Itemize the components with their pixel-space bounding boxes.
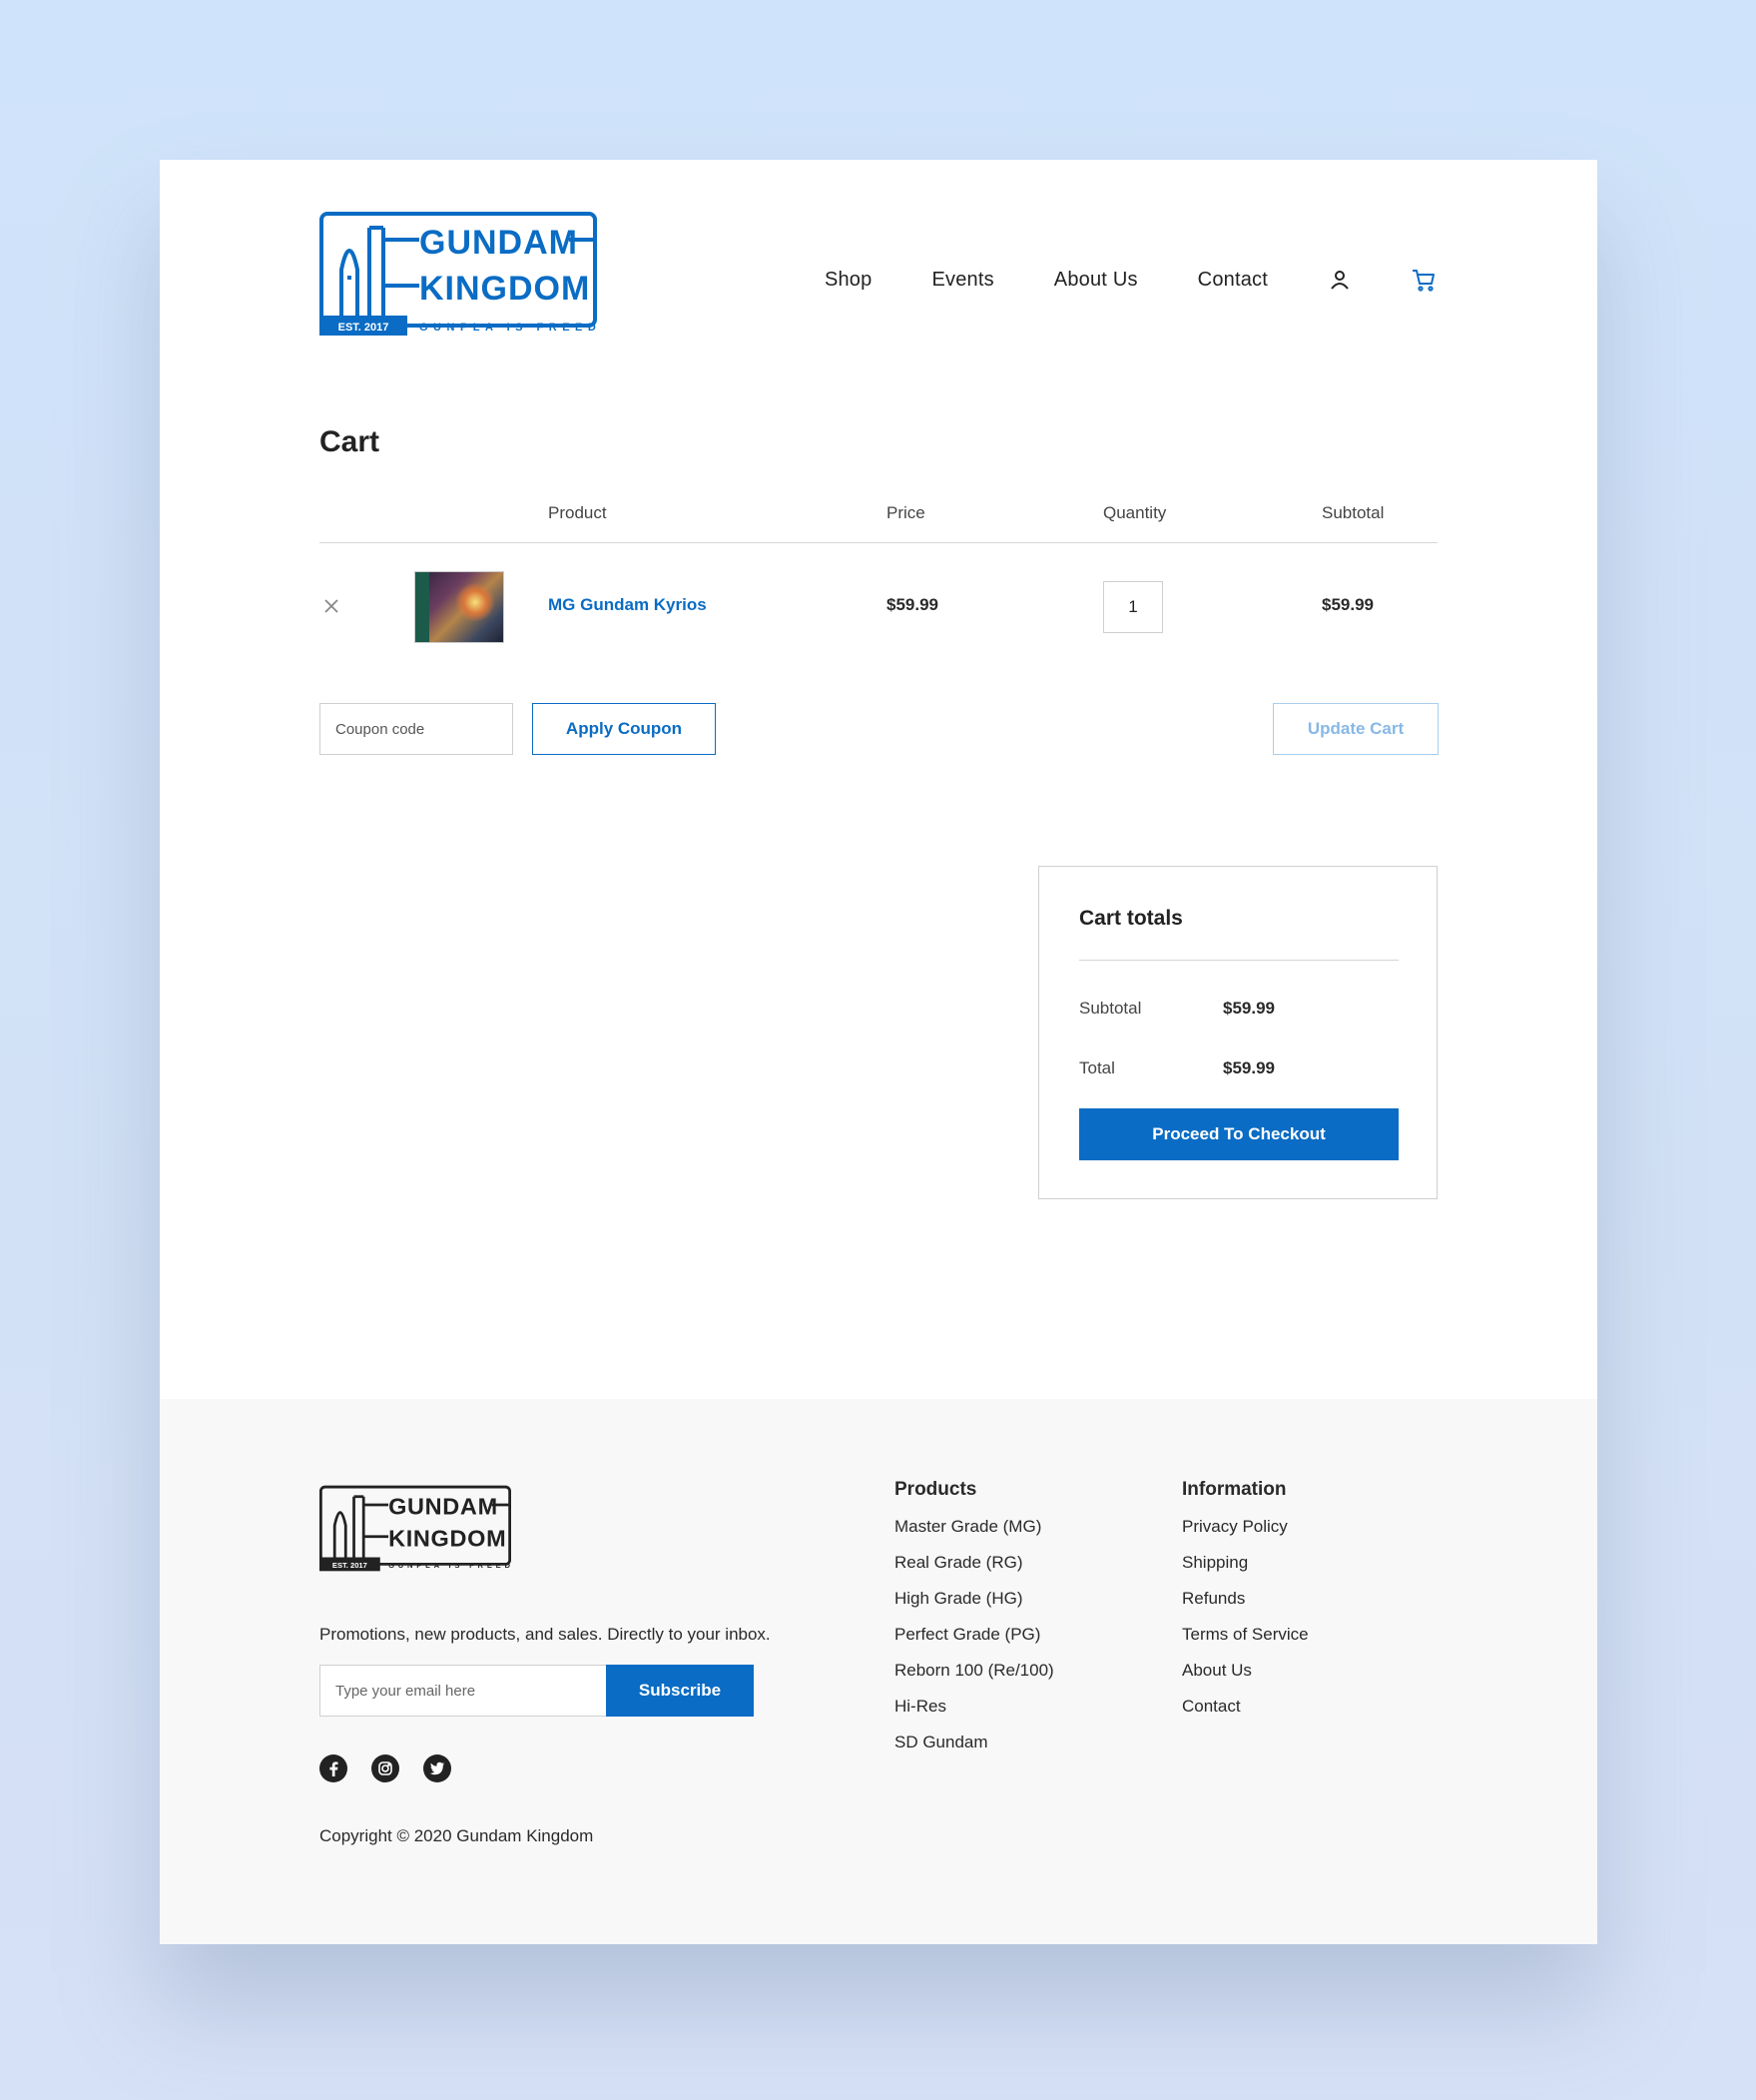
newsletter-text: Promotions, new products, and sales. Dir… [319, 1625, 771, 1644]
footer-link-reborn-100[interactable]: Reborn 100 (Re/100) [894, 1661, 1054, 1697]
footer-link-about-us[interactable]: About Us [1182, 1661, 1309, 1697]
svg-text:EST. 2017: EST. 2017 [338, 322, 389, 334]
svg-text:GUNDAM: GUNDAM [419, 224, 578, 262]
footer-link-contact[interactable]: Contact [1182, 1697, 1309, 1733]
main-nav: Shop Events About Us Contact [825, 260, 1438, 300]
footer-link-terms-of-service[interactable]: Terms of Service [1182, 1625, 1309, 1661]
column-header-price: Price [886, 503, 925, 522]
svg-text:KINGDOM: KINGDOM [388, 1525, 506, 1551]
coupon-code-input[interactable] [319, 703, 513, 755]
nav-events[interactable]: Events [931, 269, 993, 292]
footer-products-title: Products [894, 1479, 977, 1500]
subtotal-label: Subtotal [1079, 999, 1142, 1018]
footer-link-real-grade[interactable]: Real Grade (RG) [894, 1553, 1054, 1589]
product-subtotal: $59.99 [1322, 595, 1374, 614]
product-price: $59.99 [886, 595, 938, 614]
footer-information-title: Information [1182, 1479, 1287, 1500]
footer-link-refunds[interactable]: Refunds [1182, 1589, 1309, 1625]
footer-link-hi-res[interactable]: Hi-Res [894, 1697, 1054, 1733]
copyright-text: Copyright © 2020 Gundam Kingdom [319, 1826, 594, 1845]
footer-information-column: Information Privacy Policy Shipping Refu… [1182, 1479, 1309, 1733]
footer-link-perfect-grade[interactable]: Perfect Grade (PG) [894, 1625, 1054, 1661]
total-label: Total [1079, 1058, 1115, 1077]
cart-icon[interactable] [1410, 266, 1438, 294]
svg-text:KINGDOM: KINGDOM [419, 270, 590, 308]
subtotal-value: $59.99 [1223, 999, 1275, 1018]
footer-link-master-grade[interactable]: Master Grade (MG) [894, 1517, 1054, 1553]
update-cart-button[interactable]: Update Cart [1273, 703, 1439, 755]
footer-link-privacy-policy[interactable]: Privacy Policy [1182, 1517, 1309, 1553]
proceed-to-checkout-button[interactable]: Proceed To Checkout [1079, 1108, 1399, 1160]
cart-totals-panel: Cart totals Subtotal $59.99 Total $59.99… [1038, 866, 1438, 1199]
svg-text:GUNPLA IS FREEDOM: GUNPLA IS FREEDOM [419, 322, 597, 334]
subscribe-button[interactable]: Subscribe [606, 1665, 754, 1717]
total-value: $59.99 [1223, 1058, 1275, 1077]
footer-products-column: Products Master Grade (MG) Real Grade (R… [894, 1479, 1054, 1768]
cart-row: MG Gundam Kyrios $59.99 $59.99 [319, 543, 1438, 671]
social-links [319, 1754, 475, 1782]
thumbnail-band [415, 572, 429, 642]
column-header-quantity: Quantity [1103, 503, 1167, 522]
cart-table: Product Price Quantity Subtotal MG Gunda… [319, 497, 1438, 671]
thumbnail-art [455, 582, 495, 622]
footer-link-high-grade[interactable]: High Grade (HG) [894, 1589, 1054, 1625]
column-header-product: Product [548, 503, 607, 522]
svg-text:GUNPLA IS FREEDOM: GUNPLA IS FREEDOM [388, 1561, 511, 1570]
cart-table-header: Product Price Quantity Subtotal [319, 497, 1438, 543]
site-footer: EST. 2017 GUNDAM KINGDOM GUNPLA IS FREED… [160, 1399, 1597, 1944]
footer-link-sd-gundam[interactable]: SD Gundam [894, 1733, 1054, 1768]
newsletter-email-input[interactable] [319, 1665, 607, 1717]
nav-about-us[interactable]: About Us [1054, 269, 1138, 292]
product-name-link[interactable]: MG Gundam Kyrios [548, 595, 707, 615]
svg-text:GUNDAM: GUNDAM [388, 1494, 498, 1520]
page-title: Cart [319, 425, 380, 458]
instagram-icon[interactable] [371, 1754, 399, 1782]
nav-shop[interactable]: Shop [825, 269, 873, 292]
facebook-icon[interactable] [319, 1754, 347, 1782]
column-header-subtotal: Subtotal [1322, 503, 1385, 522]
footer-logo[interactable]: EST. 2017 GUNDAM KINGDOM GUNPLA IS FREED… [319, 1485, 511, 1572]
remove-item-icon[interactable] [319, 594, 343, 618]
page-frame: EST. 2017 GUNDAM KINGDOM GUNPLA IS FREED… [160, 160, 1597, 1944]
apply-coupon-button[interactable]: Apply Coupon [532, 703, 716, 755]
footer-link-shipping[interactable]: Shipping [1182, 1553, 1309, 1589]
brand-logo[interactable]: EST. 2017 GUNDAM KINGDOM GUNPLA IS FREED… [319, 212, 597, 336]
cart-totals-title: Cart totals [1079, 907, 1183, 930]
svg-text:EST. 2017: EST. 2017 [332, 1561, 367, 1570]
user-icon[interactable] [1326, 266, 1354, 294]
divider [1079, 960, 1399, 961]
product-thumbnail[interactable] [414, 571, 504, 643]
quantity-input[interactable] [1103, 581, 1163, 633]
nav-contact[interactable]: Contact [1198, 269, 1268, 292]
twitter-icon[interactable] [423, 1754, 451, 1782]
